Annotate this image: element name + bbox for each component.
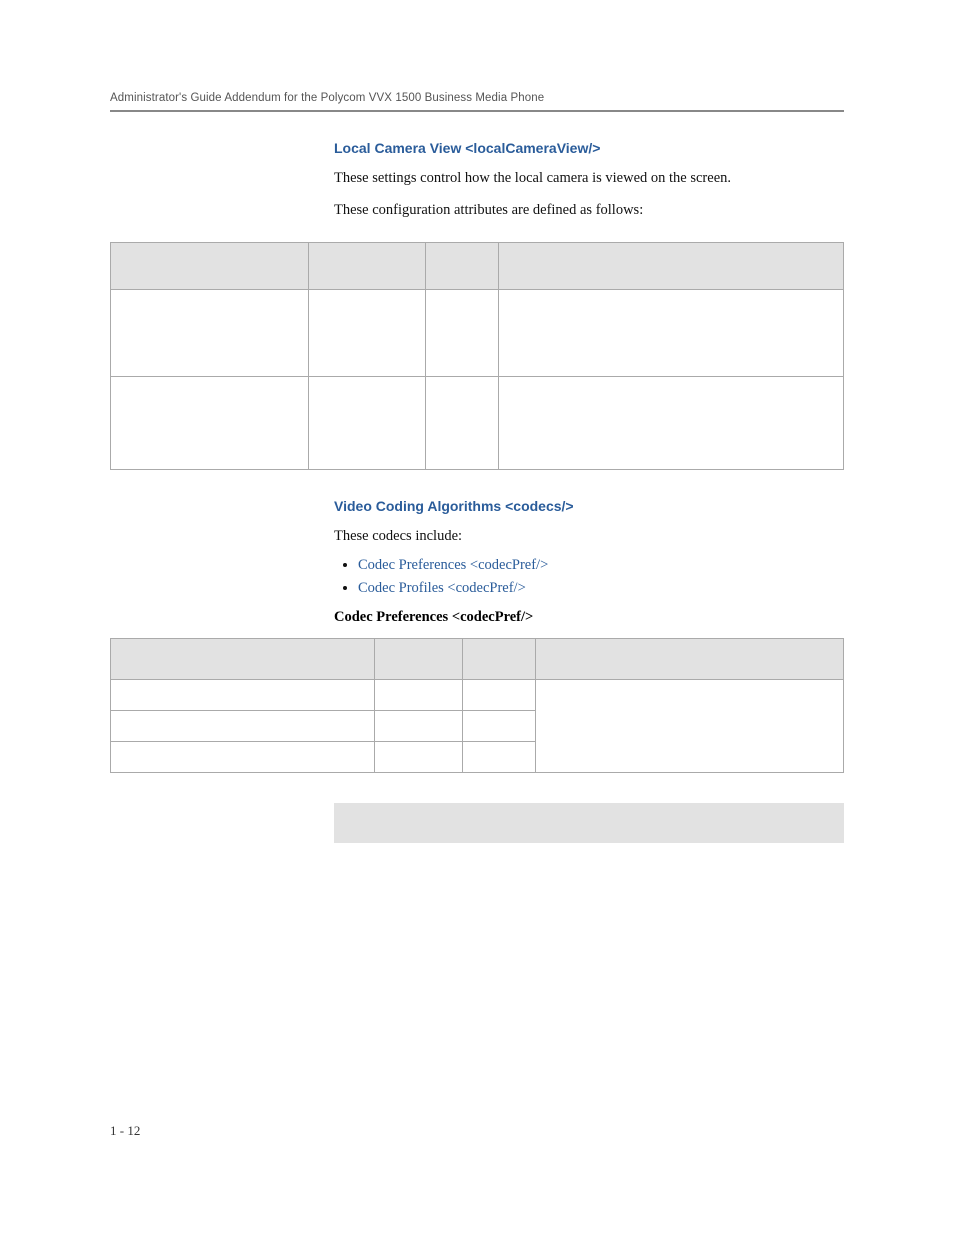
table-cell bbox=[426, 376, 499, 469]
table-header-row bbox=[111, 639, 844, 680]
table-cell bbox=[462, 711, 535, 742]
section-heading-codecs: Video Coding Algorithms <codecs/> bbox=[334, 498, 844, 514]
section-heading-local-camera: Local Camera View <localCameraView/> bbox=[334, 140, 844, 156]
table-cell bbox=[111, 376, 309, 469]
table-cell bbox=[111, 742, 375, 773]
table-header-cell bbox=[462, 639, 535, 680]
body-paragraph: These settings control how the local cam… bbox=[334, 168, 844, 190]
table-header-cell bbox=[536, 639, 844, 680]
table-cell bbox=[308, 289, 425, 376]
list-item: Codec Preferences <codecPref/> bbox=[358, 557, 844, 574]
body-paragraph: These configuration attributes are defin… bbox=[334, 200, 844, 222]
cross-reference-link[interactable]: Codec Preferences <codecPref/> bbox=[358, 557, 548, 573]
list-item: Codec Profiles <codecPref/> bbox=[358, 580, 844, 597]
table-cell bbox=[426, 289, 499, 376]
table-row bbox=[111, 289, 844, 376]
cross-reference-link[interactable]: Codec Profiles <codecPref/> bbox=[358, 580, 526, 596]
header-rule bbox=[110, 110, 844, 112]
table-header-row bbox=[111, 242, 844, 289]
table-row bbox=[111, 680, 844, 711]
table-cell bbox=[111, 289, 309, 376]
codec-table-wrap bbox=[110, 638, 844, 773]
table-cell bbox=[111, 680, 375, 711]
content-indent bbox=[334, 803, 844, 843]
table-cell bbox=[374, 742, 462, 773]
table-cell bbox=[462, 680, 535, 711]
attributes-table-wrap bbox=[110, 242, 844, 470]
attributes-table bbox=[110, 242, 844, 470]
body-paragraph: These codecs include: bbox=[334, 526, 844, 548]
page-number: 1 - 12 bbox=[110, 1123, 140, 1139]
table-header-cell bbox=[374, 639, 462, 680]
table-cell bbox=[499, 376, 844, 469]
table-cell bbox=[308, 376, 425, 469]
table-cell bbox=[536, 680, 844, 773]
table-cell bbox=[499, 289, 844, 376]
bullet-list: Codec Preferences <codecPref/> Codec Pro… bbox=[334, 557, 844, 597]
table-row bbox=[111, 376, 844, 469]
codec-preferences-table bbox=[110, 638, 844, 773]
table-cell bbox=[374, 680, 462, 711]
table-header-cell bbox=[499, 242, 844, 289]
table-header-cell bbox=[111, 639, 375, 680]
table-header-cell bbox=[111, 242, 309, 289]
running-header: Administrator's Guide Addendum for the P… bbox=[110, 92, 844, 104]
table-cell bbox=[462, 742, 535, 773]
note-block bbox=[334, 803, 844, 843]
table-header-cell bbox=[308, 242, 425, 289]
table-cell bbox=[111, 711, 375, 742]
table-header-cell bbox=[426, 242, 499, 289]
content-indent: Video Coding Algorithms <codecs/> These … bbox=[334, 498, 844, 627]
content-indent: Local Camera View <localCameraView/> The… bbox=[334, 140, 844, 222]
subsection-heading: Codec Preferences <codecPref/> bbox=[334, 609, 844, 626]
document-page: Administrator's Guide Addendum for the P… bbox=[0, 0, 954, 1235]
table-cell bbox=[374, 711, 462, 742]
